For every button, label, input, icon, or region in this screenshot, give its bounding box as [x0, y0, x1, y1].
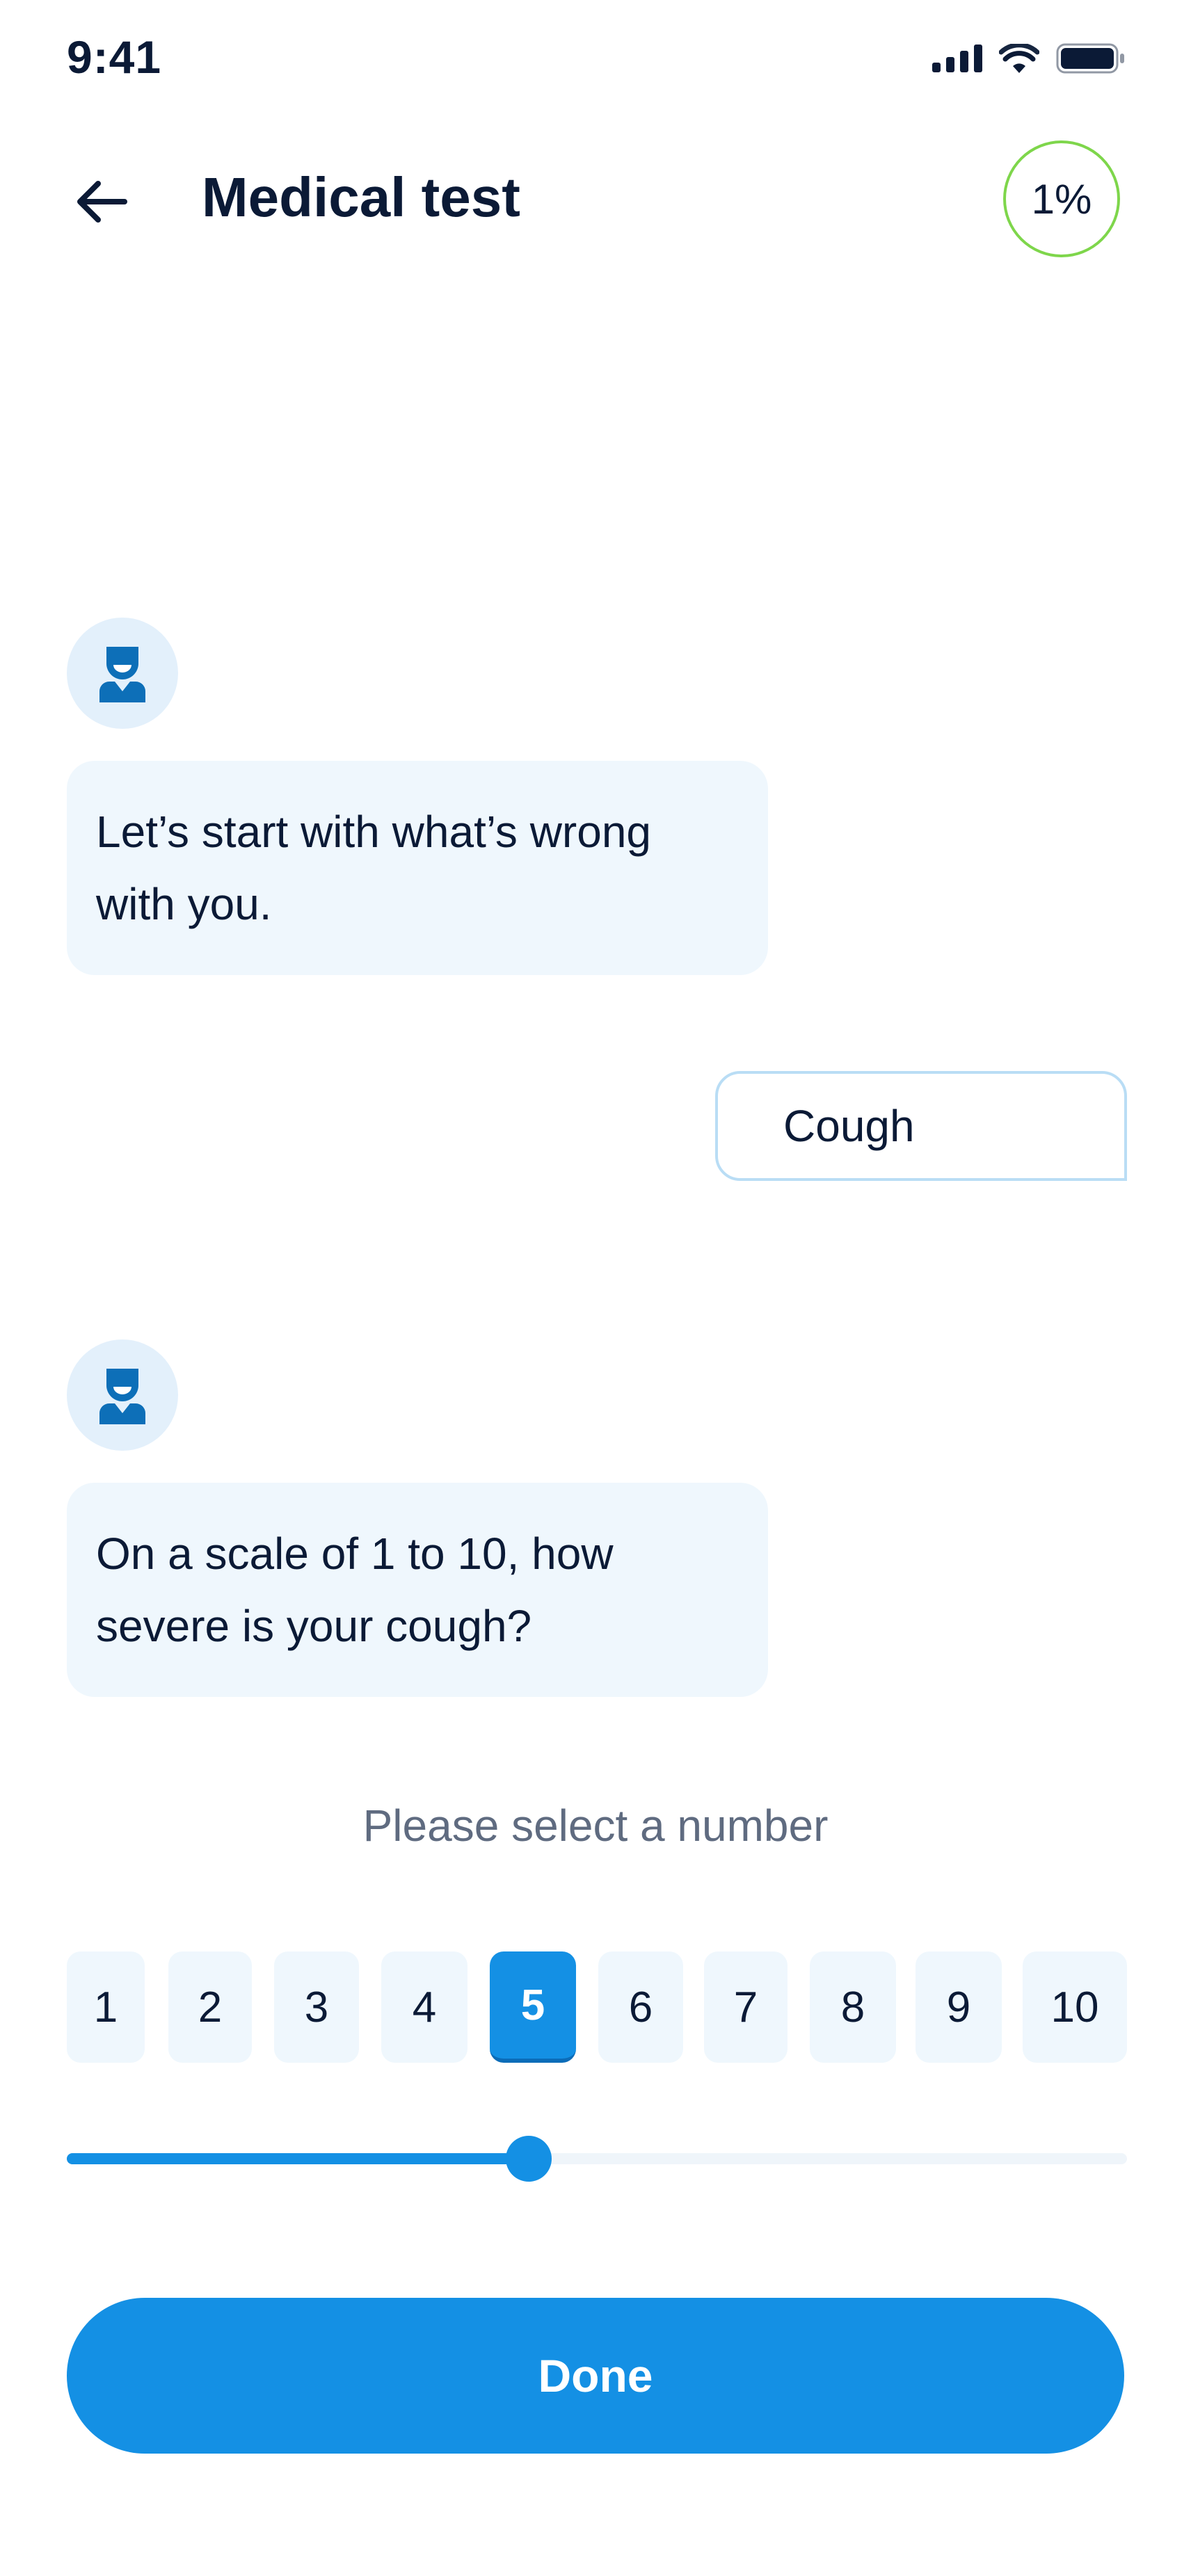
done-button[interactable]: Done — [67, 2298, 1124, 2454]
number-option-7[interactable]: 7 — [704, 1951, 788, 2063]
bot-message: Let’s start with what’s wrong with you. — [67, 761, 768, 975]
wifi-icon — [999, 44, 1039, 73]
severity-slider-fill — [67, 2153, 529, 2164]
number-option-9[interactable]: 9 — [916, 1951, 1002, 2063]
number-option-3[interactable]: 3 — [274, 1951, 359, 2063]
arrow-left-icon — [77, 181, 127, 223]
number-option-4[interactable]: 4 — [381, 1951, 467, 2063]
back-button[interactable] — [63, 167, 139, 236]
battery-icon — [1056, 43, 1124, 74]
progress-indicator: 1% — [1003, 140, 1120, 257]
number-option-1[interactable]: 1 — [67, 1951, 145, 2063]
doctor-icon — [99, 1369, 145, 1424]
number-option-8[interactable]: 8 — [810, 1951, 896, 2063]
page-title: Medical test — [202, 166, 520, 228]
number-option-10[interactable]: 10 — [1023, 1951, 1127, 2063]
user-message: Cough — [715, 1071, 1127, 1181]
doctor-icon — [99, 647, 145, 702]
severity-slider-thumb[interactable] — [505, 2136, 552, 2182]
status-icons — [932, 43, 1126, 74]
bot-avatar — [67, 618, 178, 729]
number-option-2[interactable]: 2 — [168, 1951, 252, 2063]
number-option-5[interactable]: 5 — [490, 1951, 576, 2063]
bot-message: On a scale of 1 to 10, how severe is you… — [67, 1483, 768, 1697]
scale-prompt: Please select a number — [362, 1801, 829, 1851]
number-option-6[interactable]: 6 — [598, 1951, 683, 2063]
number-selector: 1 2 3 4 5 6 7 8 9 10 — [67, 1951, 1127, 2063]
signal-icon — [932, 45, 982, 72]
status-time: 9:41 — [67, 31, 162, 83]
bot-avatar — [67, 1339, 178, 1451]
